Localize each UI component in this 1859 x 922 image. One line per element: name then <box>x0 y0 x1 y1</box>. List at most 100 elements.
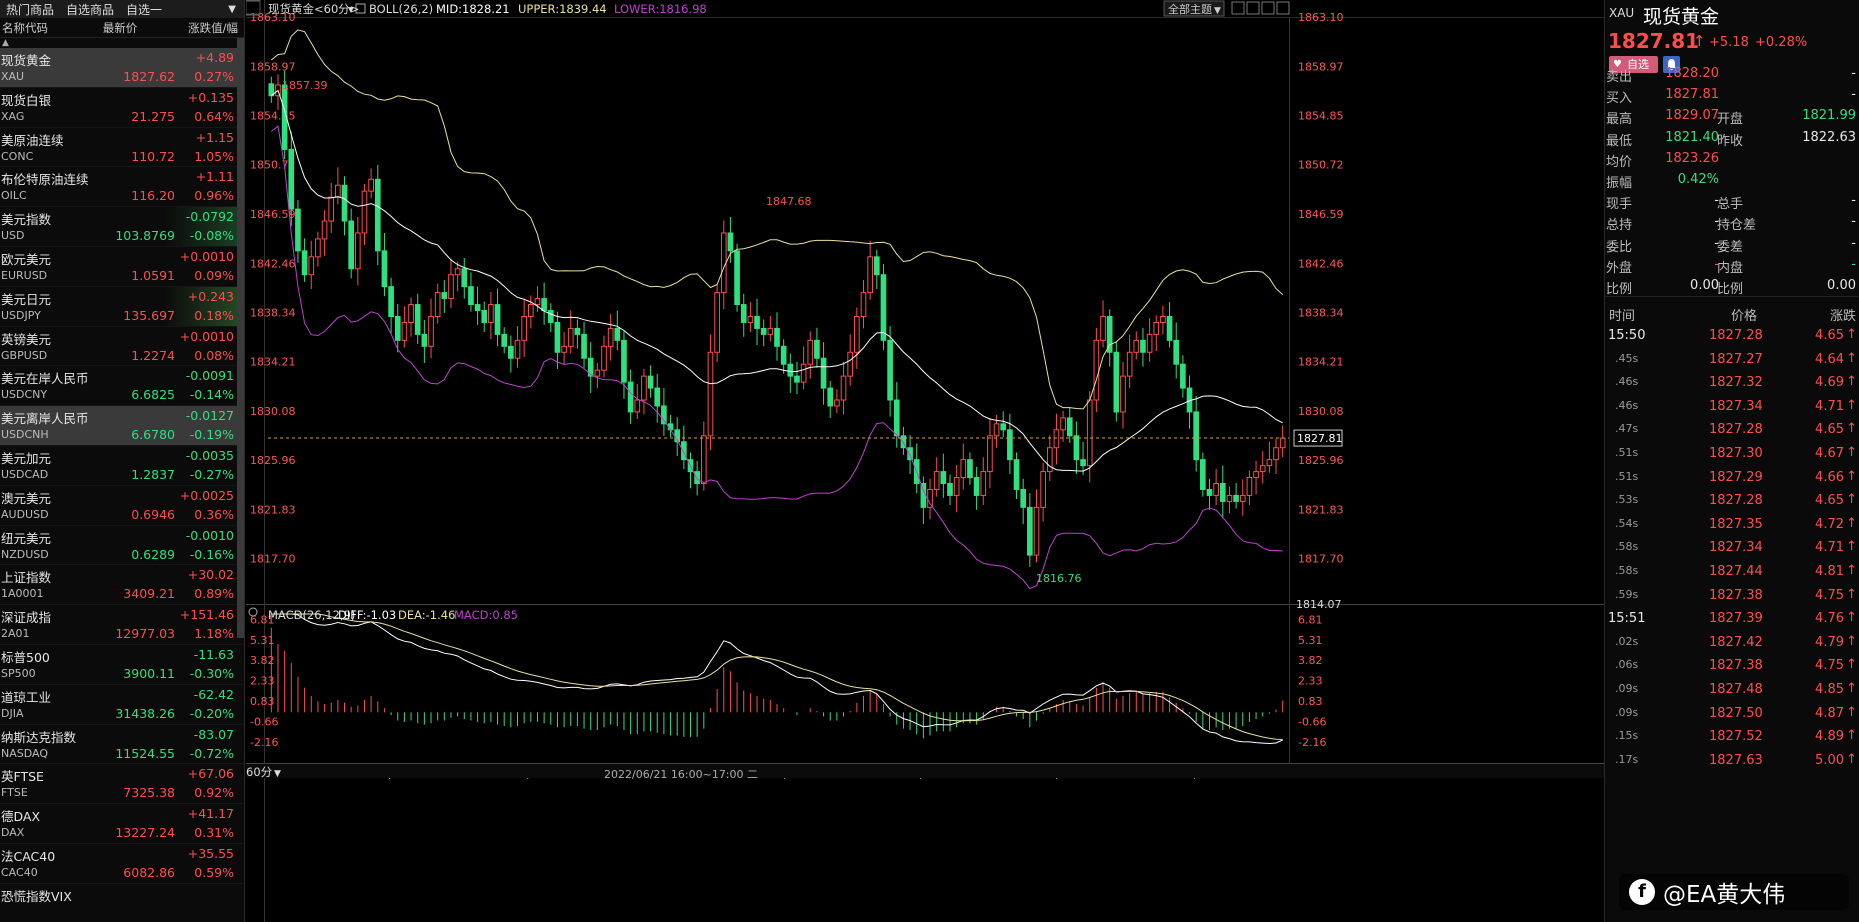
candle-body <box>820 357 827 389</box>
row-code: CAC40 <box>1 865 38 879</box>
maximize-icon[interactable] <box>1261 1 1275 15</box>
candle-body <box>867 256 873 294</box>
ticks-col-time: 时间 <box>1609 309 1636 324</box>
collapse-icon[interactable]: ▲ <box>0 38 244 48</box>
tabs-dropdown-icon[interactable]: ▼ <box>222 4 244 15</box>
quote-panel: XAU 现货黄金 1827.81 ↑ +5.18 +0.28% ♥ 自选 卖出 1… <box>1604 0 1859 922</box>
tab-my-commodities[interactable]: 自选商品 <box>60 1 120 18</box>
tick-row: .59s 1827.38 4.75 ↑ <box>1605 583 1859 606</box>
price-tick-left: 1854.85 <box>250 109 296 122</box>
tick-price: 1827.42 <box>1709 634 1763 650</box>
row-change: -11.63 <box>193 646 234 662</box>
macd-value-label: MACD:0.85 <box>454 608 518 622</box>
row-code: EURUSD <box>1 268 48 282</box>
row-name: 美元指数 <box>1 212 52 228</box>
chart-area[interactable]: 1863.10 1863.10 1858.97 1858.97 1854.85 1854.… <box>246 0 1604 922</box>
macd-tick-left: 2.33 <box>250 674 275 687</box>
row-code: USDJPY <box>1 308 41 322</box>
watchlist-row[interactable]: 英镑美元 GBPUSD 1.2274 +0.0010 0.08% <box>0 327 244 367</box>
watchlist-row[interactable]: 美元指数 USD 103.8769 -0.0792 -0.08% <box>0 207 244 247</box>
price-tick-left: 1858.97 <box>250 60 296 73</box>
watchlist-row[interactable]: 美元加元 USDCAD 1.2837 -0.0035 -0.27% <box>0 446 244 486</box>
candle-body <box>1033 506 1040 556</box>
watchlist-row[interactable]: 美原油连续 CONC 110.72 +1.15 1.05% <box>0 128 244 168</box>
watchlist-row[interactable]: 美元日元 USDJPY 135.697 +0.243 0.18% <box>0 286 244 327</box>
watchlist-row[interactable]: 道琼工业 DJIA 31438.26 -62.42 -0.20% <box>0 685 244 725</box>
tick-price: 1827.28 <box>1709 422 1763 438</box>
tick-time: .53s <box>1615 493 1639 507</box>
candle-body <box>1053 429 1060 449</box>
watchlist-row[interactable]: 布伦特原油连续 OILC 116.20 +1.11 0.96% <box>0 167 244 208</box>
row-pct: 1.18% <box>194 626 234 642</box>
field-value: 0.42% <box>1677 172 1719 187</box>
watchlist-row[interactable]: 美元离岸人民币 USDCNH 6.6780 -0.0127 -0.19% <box>0 406 244 446</box>
restore-icon[interactable] <box>1246 1 1260 15</box>
watchlist-row[interactable]: 现货黄金 XAU 1827.62 +4.89 0.27% <box>0 48 244 88</box>
row-code: USDCAD <box>1 467 49 481</box>
watchlist-row[interactable]: 纽元美元 NZDUSD 0.6289 -0.0010 -0.16% <box>0 526 244 566</box>
watchlist-scrollbar[interactable] <box>237 38 244 638</box>
candle-body <box>1160 315 1166 323</box>
tab-watchlist-1[interactable]: 自选一 <box>120 1 168 18</box>
tick-row: .15s 1827.52 4.89 ↑ <box>1605 724 1859 747</box>
price-tick-left: 1834.21 <box>250 356 296 369</box>
ticks-col-change: 涨跌 <box>1829 309 1856 324</box>
watchlist-row[interactable]: 美元在岸人民币 USDCNY 6.6825 -0.0091 -0.14% <box>0 366 244 407</box>
candle-body <box>1140 339 1146 353</box>
kline-chart[interactable]: 1863.10 1863.101858.97 1858.971854.85 1854.… <box>246 0 1604 922</box>
tab-hot-commodities[interactable]: 热门商品 <box>0 1 60 18</box>
candle-body <box>414 304 421 335</box>
close-icon[interactable] <box>1276 1 1290 15</box>
tick-change: 4.66 <box>1815 469 1844 485</box>
watchlist-row[interactable]: 深证成指 2A01 12977.03 +151.46 1.18% <box>0 605 244 645</box>
watchlist-row[interactable]: 恐慌指数VIX <box>0 884 244 922</box>
watchlist-row[interactable]: 澳元美元 AUDUSD 0.6946 +0.0025 0.36% <box>0 486 244 526</box>
indicator-dropdown-icon[interactable]: ▾ <box>348 2 354 16</box>
candle-body <box>1113 351 1120 413</box>
period-dropdown-icon[interactable]: ▼ <box>274 769 281 779</box>
up-arrow-icon: ↑ <box>1846 492 1857 508</box>
tick-row: .58s 1827.34 4.71 ↑ <box>1605 535 1859 558</box>
watchlist-row[interactable]: 法CAC40 CAC40 6082.86 +35.55 0.59% <box>0 844 244 884</box>
candle-body <box>980 471 987 496</box>
candle-body <box>1226 494 1233 502</box>
macd-tick-right: 0.83 <box>1298 695 1323 708</box>
candle-body <box>527 304 534 317</box>
price-tick-left: 1830.08 <box>250 405 296 418</box>
candle-body <box>1219 483 1226 502</box>
candle-body <box>960 459 967 479</box>
period-selector[interactable]: 60分 <box>246 765 273 779</box>
field-value-2: - <box>1851 193 1856 209</box>
row-change: -0.0091 <box>185 368 234 384</box>
theme-dropdown-icon[interactable]: ▼ <box>1214 6 1221 16</box>
row-price: 0.6946 <box>131 506 175 522</box>
watchlist-row[interactable]: 德DAX DAX 13227.24 +41.17 0.31% <box>0 804 244 844</box>
watchlist-row[interactable]: 上证指数 1A0001 3409.21 +30.02 0.89% <box>0 565 244 606</box>
row-name: 道琼工业 <box>1 689 52 705</box>
candle-body <box>967 459 973 479</box>
candle-body <box>647 375 654 389</box>
watchlist-row[interactable]: 现货白银 XAG 21.275 +0.135 0.64% <box>0 88 244 128</box>
candle-body <box>873 256 880 276</box>
quote-name: 现货黄金 <box>1643 6 1720 28</box>
candle-body <box>408 304 414 323</box>
price-tick-right: 1834.21 <box>1298 356 1344 369</box>
watchlist-row[interactable]: 英FTSE FTSE 7325.38 +67.06 0.92% <box>0 764 244 805</box>
candle-body <box>787 363 794 377</box>
tick-change: 4.71 <box>1815 398 1844 414</box>
candle-body <box>827 387 834 407</box>
tick-time: .09s <box>1615 705 1639 719</box>
row-pct: 0.18% <box>194 307 234 323</box>
row-name: 纽元美元 <box>1 530 52 546</box>
col-header-change[interactable]: 涨跌值/幅 <box>159 20 244 36</box>
candle-body <box>953 477 960 496</box>
minimize-icon[interactable] <box>1231 1 1245 15</box>
col-header-name[interactable]: 名称代码 <box>0 20 79 36</box>
candle-body <box>488 304 494 323</box>
field-value-2: - <box>1851 87 1856 103</box>
watchlist-row[interactable]: 标普500 SP500 3900.11 -11.63 -0.30% <box>0 645 244 685</box>
watchlist-row[interactable]: 欧元美元 EURUSD 1.0591 +0.0010 0.09% <box>0 247 244 287</box>
watchlist-row[interactable]: 纳斯达克指数 NASDAQ 11524.55 -83.07 -0.72% <box>0 725 244 765</box>
col-header-price[interactable]: 最新价 <box>79 20 158 36</box>
row-name: 现货黄金 <box>1 53 52 68</box>
